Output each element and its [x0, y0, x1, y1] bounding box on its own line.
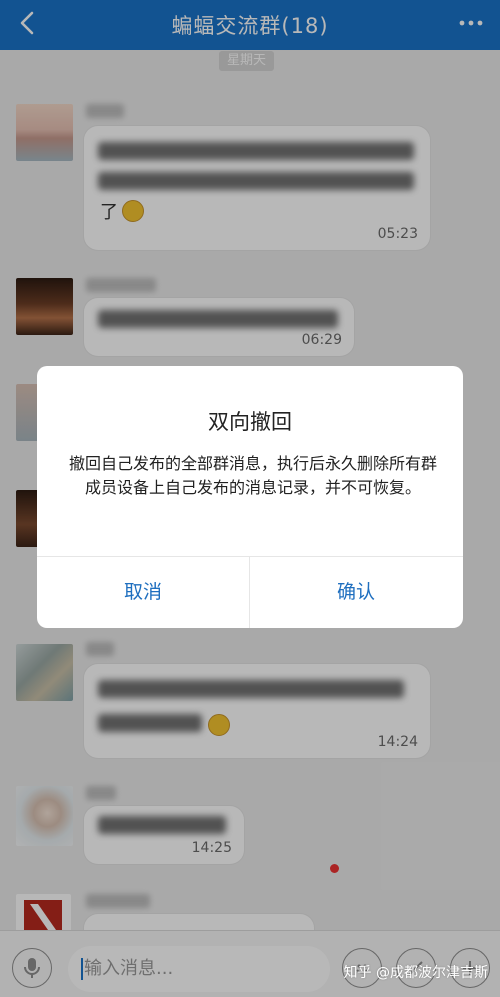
recall-dialog: 双向撤回 撤回自己发布的全部群消息，执行后永久删除所有群成员设备上自己发布的消息…: [37, 366, 463, 628]
cancel-button[interactable]: 取消: [37, 557, 249, 628]
watermark: 知乎 @成都波尔津吉斯: [343, 965, 488, 981]
confirm-button[interactable]: 确认: [250, 557, 462, 628]
dialog-title: 双向撤回: [208, 410, 292, 434]
dialog-message: 撤回自己发布的全部群消息，执行后永久删除所有群成员设备上自己发布的消息记录，并不…: [68, 454, 437, 497]
